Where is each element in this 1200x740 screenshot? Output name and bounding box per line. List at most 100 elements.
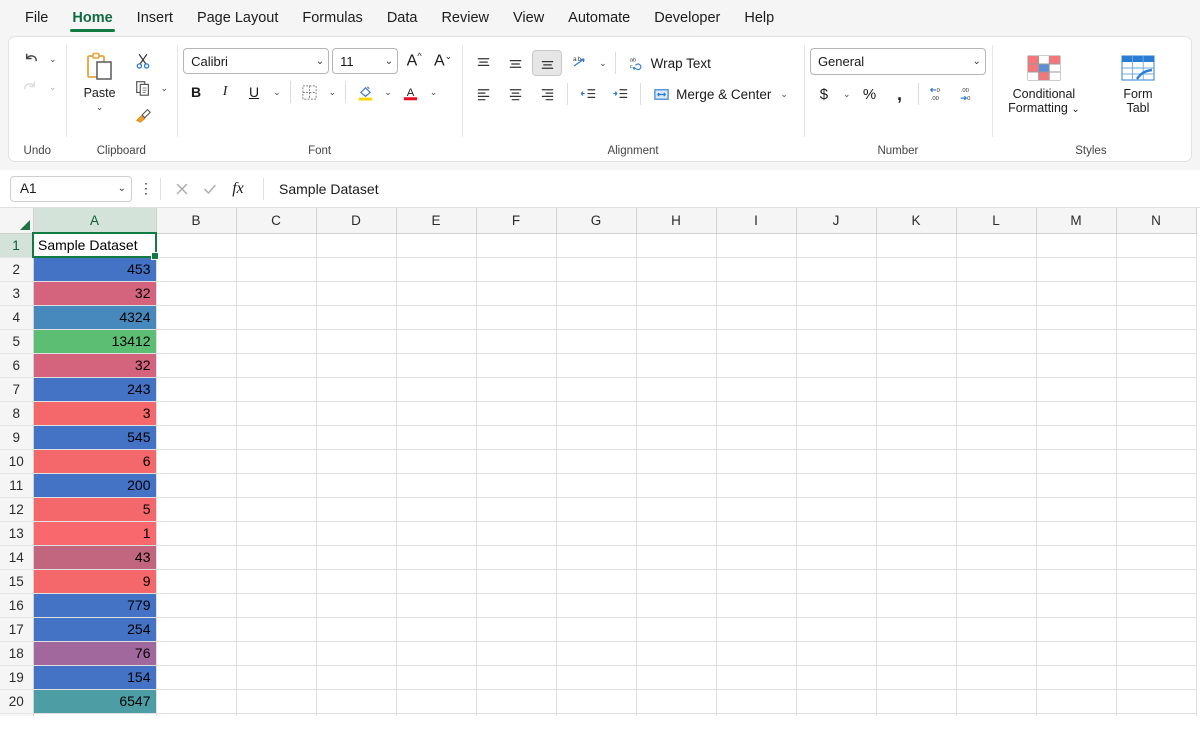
cell-K14[interactable] [876, 545, 957, 570]
row-header-9[interactable]: 9 [0, 425, 34, 450]
cell-C13[interactable] [236, 521, 317, 546]
row-header-5[interactable]: 5 [0, 329, 34, 354]
fill-color-button[interactable] [352, 79, 378, 105]
cell-H19[interactable] [636, 665, 717, 690]
cell-E8[interactable] [396, 401, 477, 426]
center-button[interactable] [500, 81, 530, 107]
format-painter-button[interactable] [128, 102, 158, 128]
cell-I14[interactable] [716, 545, 797, 570]
cell-E16[interactable] [396, 593, 477, 618]
column-header-H[interactable]: H [636, 208, 717, 234]
cell-L7[interactable] [956, 377, 1037, 402]
merge-center-dropdown-caret[interactable]: ⌄ [777, 89, 791, 100]
cell-N12[interactable] [1116, 497, 1197, 522]
conditional-formatting-button[interactable]: Conditional Formatting ⌄ [998, 46, 1090, 132]
cell-N14[interactable] [1116, 545, 1197, 570]
cell-H2[interactable] [636, 257, 717, 282]
italic-button[interactable]: I [212, 79, 238, 105]
cell-H1[interactable] [636, 233, 717, 258]
row-header-17[interactable]: 17 [0, 617, 34, 642]
row-header-3[interactable]: 3 [0, 281, 34, 306]
increase-decimal-button[interactable]: 0 .00 [924, 81, 952, 107]
cell-L2[interactable] [956, 257, 1037, 282]
middle-align-button[interactable] [500, 50, 530, 76]
cell-G13[interactable] [556, 521, 637, 546]
row-header-11[interactable]: 11 [0, 473, 34, 498]
cell-A3[interactable]: 32 [33, 281, 157, 306]
undo-dropdown-caret[interactable]: ⌄ [46, 54, 60, 65]
cell-M3[interactable] [1036, 281, 1117, 306]
cell-A8[interactable]: 3 [33, 401, 157, 426]
column-header-M[interactable]: M [1036, 208, 1117, 234]
column-header-B[interactable]: B [156, 208, 237, 234]
cell-M21[interactable] [1036, 713, 1117, 716]
decrease-indent-button[interactable] [573, 81, 603, 107]
cell-M11[interactable] [1036, 473, 1117, 498]
row-header-1[interactable]: 1 [0, 233, 34, 258]
copy-dropdown-caret[interactable]: ⌄ [158, 83, 172, 94]
cell-G5[interactable] [556, 329, 637, 354]
column-header-L[interactable]: L [956, 208, 1037, 234]
cell-I15[interactable] [716, 569, 797, 594]
tab-formulas[interactable]: Formulas [291, 6, 373, 31]
cell-A18[interactable]: 76 [33, 641, 157, 666]
cell-M4[interactable] [1036, 305, 1117, 330]
cell-G20[interactable] [556, 689, 637, 714]
cell-I13[interactable] [716, 521, 797, 546]
format-as-table-button[interactable]: Form Tabl [1092, 46, 1184, 132]
cell-A6[interactable]: 32 [33, 353, 157, 378]
cell-H4[interactable] [636, 305, 717, 330]
cell-F12[interactable] [476, 497, 557, 522]
cell-B12[interactable] [156, 497, 237, 522]
cell-M20[interactable] [1036, 689, 1117, 714]
cell-G21[interactable] [556, 713, 637, 716]
cell-K12[interactable] [876, 497, 957, 522]
cell-F7[interactable] [476, 377, 557, 402]
cell-G15[interactable] [556, 569, 637, 594]
cell-C20[interactable] [236, 689, 317, 714]
paste-button[interactable]: Paste ⌄ [72, 44, 128, 132]
row-header-13[interactable]: 13 [0, 521, 34, 546]
cell-L13[interactable] [956, 521, 1037, 546]
column-header-A[interactable]: A [33, 208, 157, 234]
cell-J17[interactable] [796, 617, 877, 642]
cell-B3[interactable] [156, 281, 237, 306]
tab-review[interactable]: Review [430, 6, 500, 31]
cell-D18[interactable] [316, 641, 397, 666]
column-header-J[interactable]: J [796, 208, 877, 234]
comma-format-button[interactable]: , [885, 81, 913, 107]
orientation-button[interactable]: a b [564, 50, 594, 76]
cell-G1[interactable] [556, 233, 637, 258]
cell-K7[interactable] [876, 377, 957, 402]
cell-N5[interactable] [1116, 329, 1197, 354]
cell-H16[interactable] [636, 593, 717, 618]
cell-B21[interactable] [156, 713, 237, 716]
cell-M9[interactable] [1036, 425, 1117, 450]
row-header-8[interactable]: 8 [0, 401, 34, 426]
cell-B5[interactable] [156, 329, 237, 354]
cell-F20[interactable] [476, 689, 557, 714]
cell-A4[interactable]: 4324 [33, 305, 157, 330]
cell-C4[interactable] [236, 305, 317, 330]
cell-F10[interactable] [476, 449, 557, 474]
cell-L17[interactable] [956, 617, 1037, 642]
cell-E17[interactable] [396, 617, 477, 642]
cell-M14[interactable] [1036, 545, 1117, 570]
tab-insert[interactable]: Insert [126, 6, 184, 31]
cell-F4[interactable] [476, 305, 557, 330]
cell-K2[interactable] [876, 257, 957, 282]
cell-M5[interactable] [1036, 329, 1117, 354]
cell-C7[interactable] [236, 377, 317, 402]
cell-J13[interactable] [796, 521, 877, 546]
cell-A19[interactable]: 154 [33, 665, 157, 690]
cell-D7[interactable] [316, 377, 397, 402]
cell-C17[interactable] [236, 617, 317, 642]
cell-B1[interactable] [156, 233, 237, 258]
font-size-caret[interactable]: ⌄ [379, 56, 393, 67]
cell-A16[interactable]: 779 [33, 593, 157, 618]
cell-J12[interactable] [796, 497, 877, 522]
cell-H3[interactable] [636, 281, 717, 306]
cell-B20[interactable] [156, 689, 237, 714]
cell-L19[interactable] [956, 665, 1037, 690]
column-header-E[interactable]: E [396, 208, 477, 234]
